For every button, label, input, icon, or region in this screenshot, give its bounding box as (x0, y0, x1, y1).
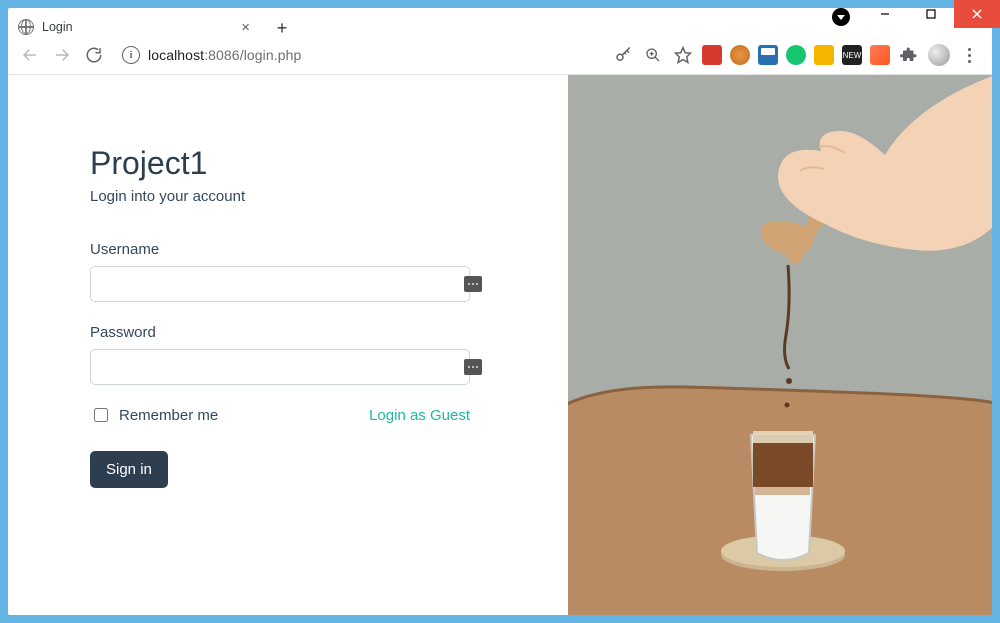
login-as-guest-link[interactable]: Login as Guest (369, 407, 470, 424)
new-tab-button[interactable]: + (268, 14, 296, 42)
tab-title: Login (42, 20, 73, 34)
address-bar[interactable]: i localhost:8086/login.php (112, 41, 562, 69)
zoom-icon[interactable] (642, 44, 664, 66)
password-label: Password (90, 324, 488, 341)
remember-me-checkbox[interactable] (94, 408, 108, 422)
window-titlebar: Login × + (0, 0, 1000, 36)
login-subtitle: Login into your account (90, 188, 488, 205)
extension-icon[interactable] (870, 45, 890, 65)
profile-indicator-icon[interactable] (832, 8, 850, 26)
browser-tab[interactable]: Login × (8, 10, 260, 44)
password-manager-icon[interactable] (464, 359, 482, 375)
brand-title: Project1 (90, 145, 488, 182)
globe-icon (18, 19, 34, 35)
window-maximize-button[interactable] (908, 0, 954, 28)
url-text: localhost:8086/login.php (148, 47, 301, 63)
extension-icon[interactable]: NEW (842, 45, 862, 65)
username-input[interactable] (90, 266, 470, 302)
nav-reload-button[interactable] (80, 41, 108, 69)
site-info-icon[interactable]: i (122, 46, 140, 64)
extension-icon[interactable] (702, 45, 722, 65)
nav-back-button[interactable] (16, 41, 44, 69)
hero-image (568, 75, 992, 615)
nav-forward-button[interactable] (48, 41, 76, 69)
bookmark-star-icon[interactable] (672, 44, 694, 66)
extensions-puzzle-icon[interactable] (898, 44, 920, 66)
extension-icon[interactable] (730, 45, 750, 65)
key-icon[interactable] (612, 44, 634, 66)
remember-me[interactable]: Remember me (90, 405, 218, 425)
browser-menu-button[interactable] (958, 48, 980, 63)
extension-icon[interactable] (786, 45, 806, 65)
extension-icon[interactable] (758, 45, 778, 65)
remember-me-label: Remember me (119, 407, 218, 424)
sign-in-button[interactable]: Sign in (90, 451, 168, 488)
login-panel: Project1 Login into your account Usernam… (8, 75, 568, 615)
extension-icon[interactable] (814, 45, 834, 65)
window-minimize-button[interactable] (862, 0, 908, 28)
profile-avatar[interactable] (928, 44, 950, 66)
window-close-button[interactable] (954, 0, 1000, 28)
username-label: Username (90, 241, 488, 258)
tab-close-icon[interactable]: × (241, 20, 250, 35)
password-manager-icon[interactable] (464, 276, 482, 292)
password-input[interactable] (90, 349, 470, 385)
